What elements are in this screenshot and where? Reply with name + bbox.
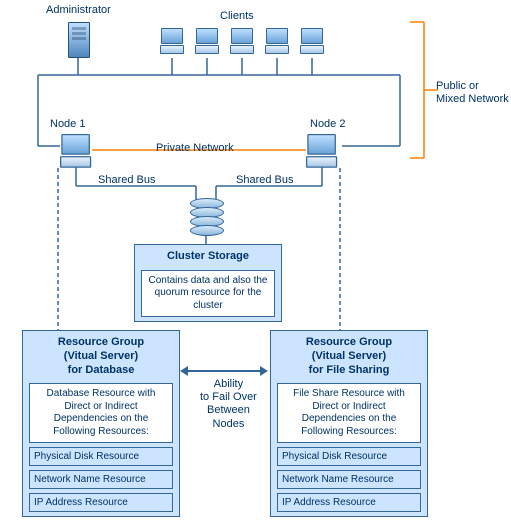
arrow-left-icon — [180, 366, 188, 376]
resource-group-db-title: Resource Group (Vitual Server) for Datab… — [23, 331, 179, 379]
public-network-label: Public or Mixed Network — [436, 80, 509, 106]
administrator-label: Administrator — [46, 4, 111, 16]
client-icon — [265, 28, 289, 56]
cluster-storage-desc: Contains data and also the quorum resour… — [141, 270, 275, 318]
resource-group-fs-desc: File Share Resource with Direct or Indir… — [277, 383, 421, 443]
failover-label: Ability to Fail Over Between Nodes — [200, 378, 257, 431]
cluster-disks-icon — [190, 200, 224, 232]
resource-group-db: Resource Group (Vitual Server) for Datab… — [22, 330, 180, 517]
resource-item: IP Address Resource — [277, 493, 421, 512]
clients-label: Clients — [220, 10, 254, 22]
client-icon — [300, 28, 324, 56]
node1-icon — [60, 134, 91, 170]
failover-arrow — [186, 370, 262, 372]
resource-item: Physical Disk Resource — [29, 447, 173, 466]
resource-group-fs-title: Resource Group (Vitual Server) for File … — [271, 331, 427, 379]
client-icon — [195, 28, 219, 56]
node2-label: Node 2 — [310, 118, 345, 130]
shared-bus-left-label: Shared Bus — [98, 174, 155, 186]
client-icon — [160, 28, 184, 56]
node1-label: Node 1 — [50, 118, 85, 130]
administrator-icon — [68, 22, 90, 58]
resource-group-db-desc: Database Resource with Direct or Indirec… — [29, 383, 173, 443]
shared-bus-right-label: Shared Bus — [236, 174, 293, 186]
client-icon — [230, 28, 254, 56]
private-network-label: Private Network — [156, 142, 234, 154]
cluster-storage-title: Cluster Storage — [135, 245, 281, 266]
node2-icon — [306, 134, 337, 170]
resource-item: IP Address Resource — [29, 493, 173, 512]
arrow-right-icon — [260, 366, 268, 376]
cluster-storage-box: Cluster Storage Contains data and also t… — [134, 244, 282, 322]
resource-item: Network Name Resource — [277, 470, 421, 489]
resource-item: Physical Disk Resource — [277, 447, 421, 466]
resource-item: Network Name Resource — [29, 470, 173, 489]
resource-group-fs: Resource Group (Vitual Server) for File … — [270, 330, 428, 517]
